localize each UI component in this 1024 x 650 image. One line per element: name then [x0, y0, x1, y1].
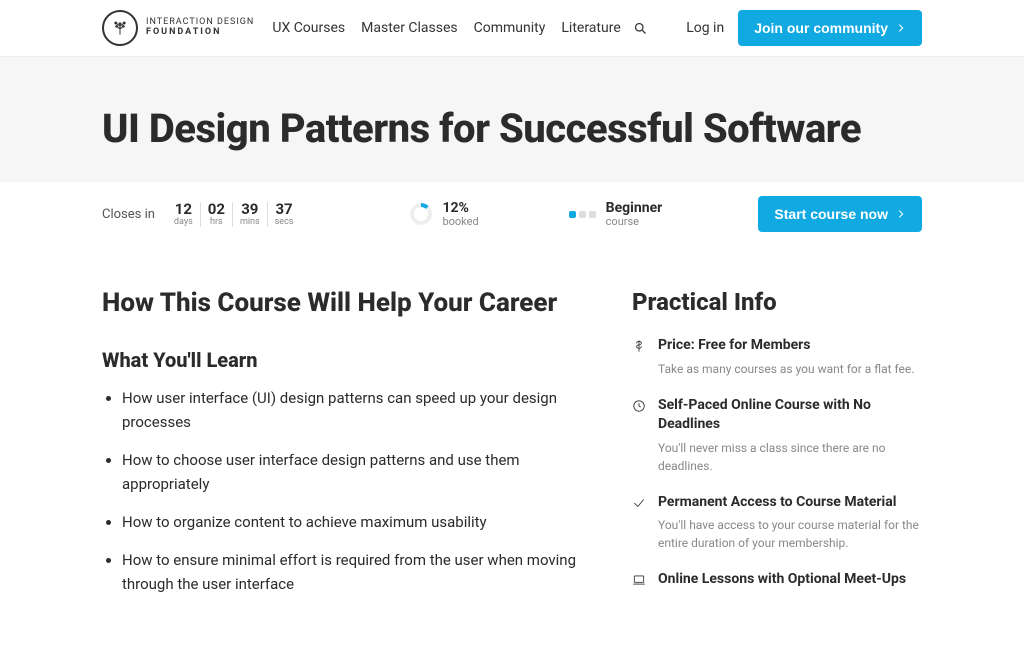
- brand-line2: FOUNDATION: [146, 28, 254, 38]
- start-course-label: Start course now: [774, 206, 888, 222]
- info-item-price: Price: Free for Members Take as many cou…: [632, 336, 922, 378]
- course-level: Beginner course: [569, 201, 663, 228]
- join-community-label: Join our community: [754, 20, 888, 36]
- countdown-timer: 12 days 02 hrs 39 mins 37 secs: [167, 202, 301, 227]
- info-title: Self-Paced Online Course with No Deadlin…: [658, 396, 922, 435]
- info-item-access: Permanent Access to Course Material You'…: [632, 493, 922, 553]
- brand-logo[interactable]: INTERACTION DESIGN FOUNDATION: [102, 10, 254, 46]
- info-title: Online Lessons with Optional Meet-Ups: [658, 570, 906, 590]
- search-icon[interactable]: [633, 21, 648, 36]
- sidebar-practical-info: Practical Info Price: Free for Members T…: [632, 288, 922, 610]
- nav-literature[interactable]: Literature: [561, 14, 620, 42]
- page-title: UI Design Patterns for Successful Softwa…: [102, 105, 922, 152]
- booked-label: booked: [442, 215, 478, 228]
- practical-info-heading: Practical Info: [632, 288, 922, 316]
- hero-section: UI Design Patterns for Successful Softwa…: [0, 57, 1024, 246]
- booked-indicator: 12% booked: [410, 201, 478, 228]
- info-item-online: Online Lessons with Optional Meet-Ups: [632, 570, 922, 591]
- list-item: How to choose user interface design patt…: [122, 448, 602, 496]
- level-label: course: [606, 215, 663, 228]
- nav-ux-courses[interactable]: UX Courses: [272, 14, 345, 42]
- primary-nav: UX Courses Master Classes Community Lite…: [272, 14, 620, 42]
- career-heading: How This Course Will Help Your Career: [102, 288, 602, 318]
- countdown-mins: 39 mins: [233, 202, 268, 227]
- course-status-bar: Closes in 12 days 02 hrs 39 mins 37 secs: [0, 182, 1024, 246]
- nav-master-classes[interactable]: Master Classes: [361, 14, 458, 42]
- info-desc: You'll have access to your course materi…: [658, 516, 922, 552]
- nav-community[interactable]: Community: [474, 14, 546, 42]
- countdown-days: 12 days: [167, 202, 201, 227]
- info-title: Price: Free for Members: [658, 336, 914, 356]
- list-item: How to organize content to achieve maxim…: [122, 510, 602, 534]
- learn-heading: What You'll Learn: [102, 348, 602, 372]
- progress-donut-icon: [410, 203, 432, 225]
- body-section: How This Course Will Help Your Career Wh…: [0, 246, 1024, 650]
- check-icon: [632, 493, 648, 553]
- main-column: How This Course Will Help Your Career Wh…: [102, 288, 602, 610]
- booked-percent: 12%: [442, 201, 478, 215]
- list-item: How user interface (UI) design patterns …: [122, 386, 602, 434]
- dollar-icon: [632, 336, 648, 378]
- laptop-icon: [632, 570, 648, 591]
- start-course-button[interactable]: Start course now: [758, 196, 922, 232]
- chevron-right-icon: [896, 209, 906, 219]
- level-name: Beginner: [606, 201, 663, 215]
- chevron-right-icon: [896, 23, 906, 33]
- join-community-button[interactable]: Join our community: [738, 10, 922, 46]
- clock-icon: [632, 396, 648, 475]
- info-item-selfpaced: Self-Paced Online Course with No Deadlin…: [632, 396, 922, 475]
- info-desc: You'll never miss a class since there ar…: [658, 439, 922, 475]
- logo-tree-icon: [102, 10, 138, 46]
- list-item: How to ensure minimal effort is required…: [122, 548, 602, 596]
- info-desc: Take as many courses as you want for a f…: [658, 360, 914, 378]
- info-title: Permanent Access to Course Material: [658, 493, 922, 513]
- level-dots-icon: [569, 211, 596, 218]
- login-link[interactable]: Log in: [686, 20, 724, 36]
- countdown-secs: 37 secs: [268, 202, 301, 227]
- site-header: INTERACTION DESIGN FOUNDATION UX Courses…: [0, 0, 1024, 57]
- learn-list: How user interface (UI) design patterns …: [102, 386, 602, 596]
- closes-in-label: Closes in: [102, 207, 155, 222]
- countdown-hours: 02 hrs: [201, 202, 233, 227]
